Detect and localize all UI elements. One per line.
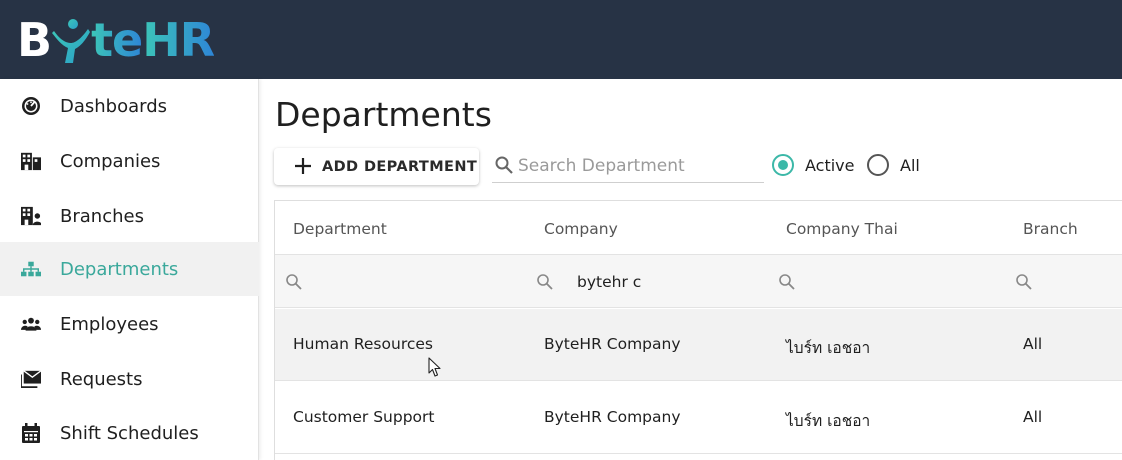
table-filter-row: [275, 255, 1122, 308]
sidebar-item-requests[interactable]: Requests: [0, 352, 259, 406]
logo-text-hr: HR: [142, 13, 215, 67]
column-header-department[interactable]: Department: [293, 220, 387, 238]
radio-label: Active: [805, 155, 855, 175]
sidebar-item-departments[interactable]: Departments: [0, 242, 259, 296]
search-icon: [536, 273, 554, 291]
cell-branch: All: [1023, 408, 1043, 426]
cell-branch: All: [1023, 335, 1043, 353]
search-icon: [1015, 273, 1033, 291]
filter-input-company-thai[interactable]: [819, 269, 979, 295]
sidebar-item-branches[interactable]: Branches: [0, 189, 259, 243]
table-header: Department Company Company Thai Branch: [275, 201, 1122, 255]
sidebar-item-label: Departments: [60, 258, 179, 280]
bytehr-logo[interactable]: B te HR: [17, 10, 215, 70]
sidebar-item-companies[interactable]: Companies: [0, 134, 259, 188]
search-input[interactable]: [518, 153, 758, 179]
cell-company-thai: ไบร์ท เอชอา: [786, 412, 871, 430]
filter-input-branch[interactable]: [1056, 269, 1122, 295]
cell-department: Human Resources: [293, 335, 433, 353]
sidebar: Dashboards Companies Branches Department…: [0, 79, 259, 460]
plus-icon: [293, 156, 313, 176]
logo-text-te: te: [91, 13, 143, 67]
calendar-icon: [21, 423, 41, 443]
requests-icon: [21, 369, 41, 389]
status-radio-active[interactable]: Active: [772, 154, 855, 176]
search-icon: [778, 273, 796, 291]
sidebar-item-label: Dashboards: [60, 95, 168, 117]
add-department-label: ADD DEPARTMENT: [322, 158, 478, 175]
sidebar-item-label: Branches: [60, 205, 144, 227]
sidebar-item-label: Requests: [60, 368, 143, 390]
sidebar-item-label: Employees: [60, 313, 159, 335]
radio-label: All: [900, 155, 920, 175]
add-department-button[interactable]: ADD DEPARTMENT: [274, 148, 479, 185]
search-icon: [494, 155, 514, 175]
sidebar-item-employees[interactable]: Employees: [0, 297, 259, 351]
employees-icon: [21, 314, 41, 334]
dashboard-icon: [21, 96, 41, 116]
companies-icon: [21, 151, 41, 171]
filter-cell-branch: [1005, 255, 1122, 308]
sidebar-item-label: Companies: [60, 150, 161, 172]
column-header-branch[interactable]: Branch: [1023, 220, 1078, 238]
departments-table: Department Company Company Thai Branch b…: [274, 200, 1122, 460]
sidebar-item-dashboards[interactable]: Dashboards: [0, 79, 259, 133]
main-content: Departments ADD DEPARTMENT Active All De…: [259, 79, 1122, 460]
filter-cell-company: [526, 255, 768, 308]
logo-person-icon: [51, 15, 91, 65]
sidebar-item-shift-schedules[interactable]: Shift Schedules: [0, 406, 259, 460]
filter-input-department[interactable]: [326, 269, 486, 295]
branches-icon: [21, 206, 41, 226]
column-header-company[interactable]: Company: [544, 220, 618, 238]
radio-checked-icon: [772, 154, 794, 176]
cell-company-thai: ไบร์ท เอชอา: [786, 339, 871, 357]
table-row[interactable]: Customer Support ByteHR Company ไบร์ท เอ…: [275, 382, 1122, 454]
table-row[interactable]: Human Resources ByteHR Company ไบร์ท เอช…: [275, 309, 1122, 381]
logo-letter-b: B: [17, 13, 52, 67]
status-radio-all[interactable]: All: [867, 154, 920, 176]
cell-department: Customer Support: [293, 408, 435, 426]
search-icon: [285, 273, 303, 291]
column-header-company-thai[interactable]: Company Thai: [786, 220, 898, 238]
cell-company: ByteHR Company: [544, 408, 681, 426]
sidebar-item-label: Shift Schedules: [60, 422, 199, 444]
radio-unchecked-icon: [867, 154, 889, 176]
filter-cell-department: [275, 255, 526, 308]
page-title: Departments: [275, 95, 492, 134]
filter-input-company[interactable]: [577, 269, 737, 295]
top-bar: B te HR: [0, 0, 1122, 79]
search-department: [492, 149, 764, 183]
filter-cell-company-thai: [768, 255, 1005, 308]
departments-icon: [21, 259, 41, 279]
cell-company: ByteHR Company: [544, 335, 681, 353]
